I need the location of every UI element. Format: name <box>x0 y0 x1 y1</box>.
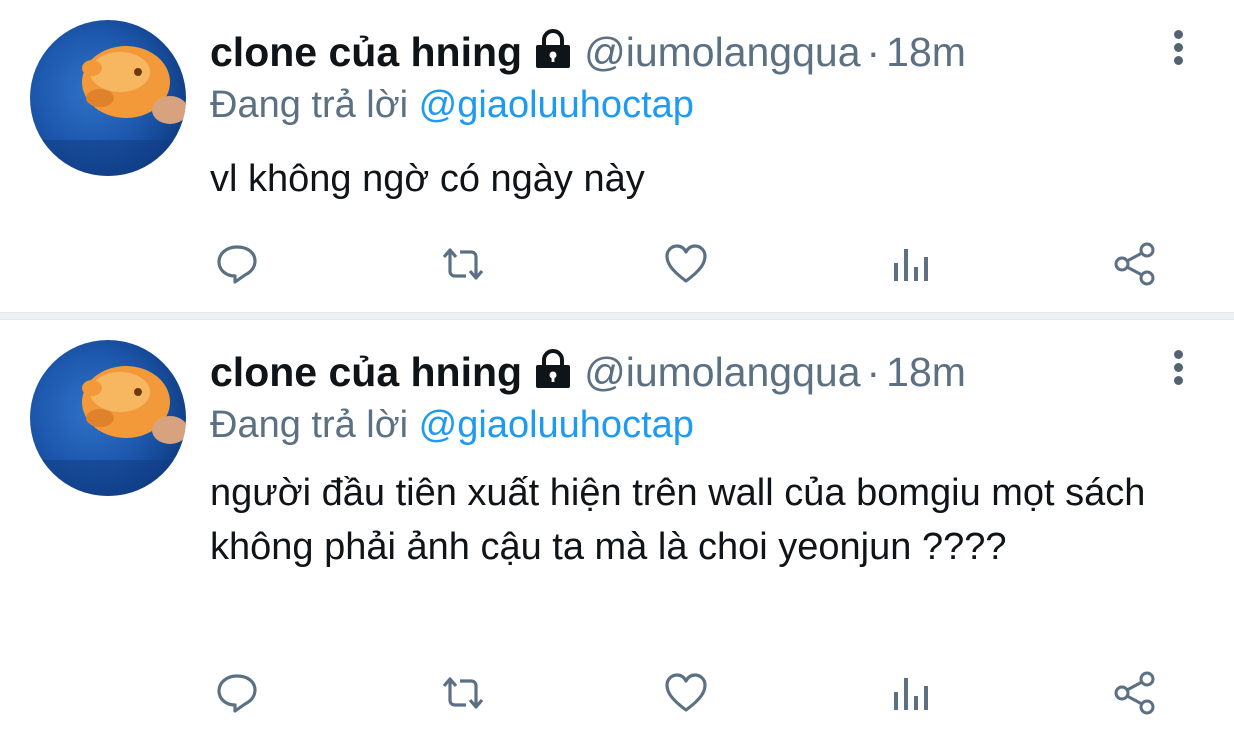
reply-mention-link[interactable]: @giaoluuhoctap <box>419 84 694 126</box>
retweet-icon <box>442 248 484 280</box>
more-options-icon[interactable] <box>1172 30 1184 68</box>
retweet-button[interactable] <box>433 234 493 294</box>
avatar-image <box>30 366 186 496</box>
replying-to: Đang trả lời @giaoluuhoctap <box>210 402 694 448</box>
display-name[interactable]: clone của hning <box>210 349 522 395</box>
reply-prefix: Đang trả lời <box>210 84 409 126</box>
timestamp[interactable]: 18m <box>886 29 966 75</box>
tweet-feed: clone của hning @iumolangqua · 18m Đang trả… <box>0 0 1234 741</box>
share-button[interactable] <box>1105 663 1165 723</box>
user-handle[interactable]: @iumolangqua <box>584 29 860 75</box>
reply-button[interactable] <box>207 663 267 723</box>
like-icon <box>665 244 707 283</box>
lock-icon <box>532 28 574 80</box>
lock-icon <box>532 348 574 400</box>
like-button[interactable] <box>656 234 716 294</box>
share-icon <box>1114 671 1155 715</box>
retweet-icon <box>442 677 484 709</box>
separator-dot: · <box>866 29 881 75</box>
analytics-button[interactable] <box>880 663 940 723</box>
avatar-image <box>30 46 186 176</box>
tweet[interactable]: clone của hning @iumolangqua · 18m Đang trả… <box>0 320 1234 741</box>
tweet[interactable]: clone của hning @iumolangqua · 18m Đang trả… <box>0 0 1234 312</box>
retweet-button[interactable] <box>433 663 493 723</box>
tweet-actions <box>0 234 1234 294</box>
reply-icon <box>217 674 257 713</box>
tweet-header: clone của hning @iumolangqua · 18m <box>210 28 966 80</box>
tweet-text: người đầu tiên xuất hiện trên wall của b… <box>210 472 1146 568</box>
avatar[interactable] <box>30 20 186 176</box>
analytics-icon <box>894 249 928 281</box>
reply-icon <box>217 245 257 284</box>
avatar[interactable] <box>30 340 186 496</box>
reply-button[interactable] <box>207 234 267 294</box>
tweet-text: vl không ngờ có ngày này <box>210 158 645 200</box>
user-handle[interactable]: @iumolangqua <box>584 349 860 395</box>
timestamp[interactable]: 18m <box>886 349 966 395</box>
reply-prefix: Đang trả lời <box>210 404 409 446</box>
separator-dot: · <box>866 349 881 395</box>
display-name[interactable]: clone của hning <box>210 29 522 75</box>
replying-to: Đang trả lời @giaoluuhoctap <box>210 82 694 128</box>
more-options-icon[interactable] <box>1172 350 1184 388</box>
tweet-divider <box>0 312 1234 320</box>
like-button[interactable] <box>656 663 716 723</box>
share-icon <box>1114 242 1155 286</box>
share-button[interactable] <box>1105 234 1165 294</box>
analytics-button[interactable] <box>880 234 940 294</box>
reply-mention-link[interactable]: @giaoluuhoctap <box>419 404 694 446</box>
tweet-header: clone của hning @iumolangqua · 18m <box>210 348 966 400</box>
analytics-icon <box>894 678 928 710</box>
like-icon <box>665 673 707 712</box>
tweet-actions <box>0 663 1234 723</box>
